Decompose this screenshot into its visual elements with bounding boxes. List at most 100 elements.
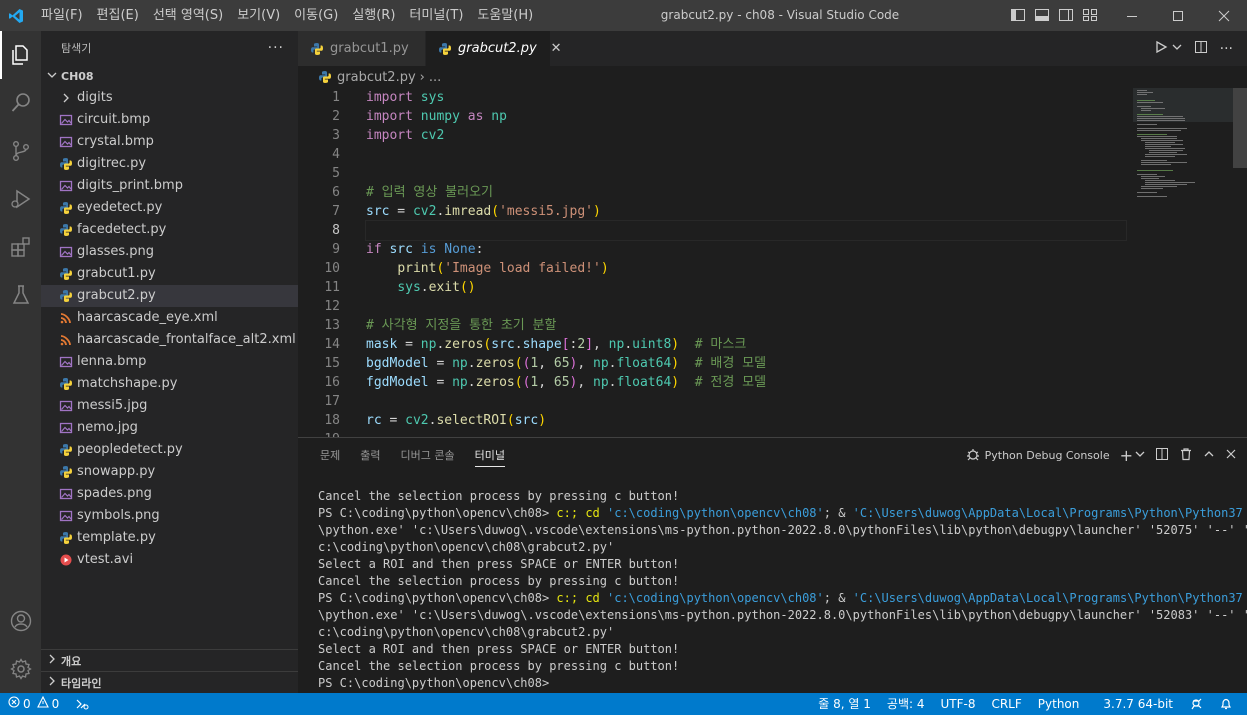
code-line: import numpy as np [366,109,507,124]
close-button[interactable] [1201,0,1247,31]
python-file-icon [310,42,324,56]
run-python-file-icon[interactable] [1154,40,1168,58]
menu-file[interactable]: 파일(F) [34,0,90,31]
toggle-secondary-sidebar-icon[interactable] [1058,7,1074,23]
file-tree-item[interactable]: crystal.bmp [41,131,298,153]
tab-grabcut2[interactable]: grabcut2.py ✕ [426,31,562,66]
code-content[interactable]: import sys import numpy as np import cv2… [365,88,1127,437]
chevron-down-icon [47,70,61,83]
file-tree-item[interactable]: eyedetect.py [41,197,298,219]
explorer-sidebar: 탐색기 ··· CH08 digits circuit.bmp crystal.bm… [41,31,298,693]
indentation[interactable]: 공백: 4 [879,693,933,715]
tab-label: grabcut1.py [330,41,409,56]
file-tree-item[interactable]: grabcut2.py [41,285,298,307]
file-tree-item[interactable]: glasses.png [41,241,298,263]
minimize-button[interactable] [1109,0,1155,31]
menu-view[interactable]: 보기(V) [230,0,287,31]
file-tree-item[interactable]: grabcut1.py [41,263,298,285]
file-tree-item[interactable]: digits [41,87,298,109]
trash-icon[interactable] [1179,447,1193,464]
source-control-icon[interactable] [0,127,41,175]
settings-gear-icon[interactable] [0,645,41,693]
toggle-panel-icon[interactable] [1034,7,1050,23]
more-actions-icon[interactable]: ··· [1220,41,1233,57]
cursor-position[interactable]: 줄 8, 열 1 [810,693,879,715]
file-tree-item[interactable]: lenna.bmp [41,351,298,373]
file-tree-item[interactable]: digitrec.py [41,153,298,175]
testing-flask-icon[interactable] [0,271,41,319]
activity-bar [0,31,41,693]
extensions-icon[interactable] [0,223,41,271]
line-number: 17 [324,394,340,409]
toggle-sidebar-icon[interactable] [1010,7,1026,23]
split-editor-icon[interactable] [1194,40,1208,58]
tab-problems[interactable]: 문제 [310,438,350,473]
menu-run[interactable]: 실행(R) [345,0,402,31]
feedback-icon[interactable] [1181,693,1211,715]
explorer-icon[interactable] [0,31,41,79]
terminal-dropdown-chevron-icon[interactable] [1135,449,1145,462]
file-tree-item[interactable]: haarcascade_eye.xml [41,307,298,329]
line-number: 10 [324,261,340,276]
menu-go[interactable]: 이동(G) [287,0,345,31]
file-tree-item[interactable]: facedetect.py [41,219,298,241]
close-tab-icon[interactable]: ✕ [551,41,562,56]
terminal-output[interactable]: Cancel the selection process by pressing… [318,488,1247,692]
tab-grabcut1[interactable]: grabcut1.py [298,31,426,66]
python-interpreter[interactable]: 3.7.7 64-bit [1095,693,1181,715]
menu-selection[interactable]: 선택 영역(S) [146,0,230,31]
xml-file-icon [58,310,74,326]
editor-scrollbar[interactable] [1233,88,1247,168]
language-mode[interactable]: Python [1030,693,1088,715]
outline-section[interactable]: 개요 [41,649,298,671]
maximize-panel-chevron-up-icon[interactable] [1203,448,1215,463]
search-icon[interactable] [0,79,41,127]
breadcrumb-file[interactable]: grabcut2.py [337,70,416,85]
file-tree-item[interactable]: haarcascade_frontalface_alt2.xml [41,329,298,351]
warning-icon [36,693,49,715]
file-tree-item[interactable]: symbols.png [41,505,298,527]
end-of-line[interactable]: CRLF [983,693,1029,715]
account-icon[interactable] [0,597,41,645]
file-tree-item[interactable]: peopledetect.py [41,439,298,461]
file-tree-label: matchshape.py [77,376,178,391]
folder-header[interactable]: CH08 [41,65,298,87]
close-panel-icon[interactable] [1225,448,1237,463]
customize-layout-icon[interactable] [1082,7,1098,23]
file-tree-item[interactable]: snowapp.py [41,461,298,483]
menu-terminal[interactable]: 터미널(T) [402,0,470,31]
more-actions-icon[interactable]: ··· [268,40,284,56]
file-tree-item[interactable]: matchshape.py [41,373,298,395]
menu-help[interactable]: 도움말(H) [470,0,540,31]
file-tree-item[interactable]: digits_print.bmp [41,175,298,197]
tab-terminal[interactable]: 터미널 [465,438,515,473]
file-tree-item[interactable]: template.py [41,527,298,549]
python-file-icon [438,42,452,56]
live-share-icon[interactable] [67,693,97,715]
file-tree-item[interactable]: nemo.jpg [41,417,298,439]
terminal-line: Cancel the selection process by pressing… [318,659,680,673]
line-number: 7 [332,204,340,219]
file-tree-item[interactable]: spades.png [41,483,298,505]
run-dropdown-chevron-icon[interactable] [1172,41,1182,56]
menu-edit[interactable]: 편집(E) [90,0,146,31]
tab-output[interactable]: 출력 [350,438,390,473]
split-terminal-icon[interactable] [1155,447,1169,464]
file-tree-item[interactable]: messi5.jpg [41,395,298,417]
file-tree-item[interactable]: vtest.avi [41,549,298,571]
timeline-label: 타임라인 [61,676,102,690]
minimap[interactable] [1133,88,1233,228]
notifications-bell-icon[interactable] [1211,693,1241,715]
new-terminal-plus-icon[interactable]: + [1120,446,1133,465]
terminal-name[interactable]: Python Debug Console [985,449,1110,462]
encoding[interactable]: UTF-8 [932,693,983,715]
file-tree-item[interactable]: circuit.bmp [41,109,298,131]
problems-status[interactable]: 0 0 [0,693,67,715]
timeline-section[interactable]: 타임라인 [41,671,298,693]
maximize-button[interactable] [1155,0,1201,31]
breadcrumb-rest[interactable]: ... [429,70,441,85]
run-debug-icon[interactable] [0,175,41,223]
code-editor[interactable]: 12345678910111213141516171819 import sys… [298,88,1247,437]
terminal-line: PS C:\coding\python\opencv\ch08> c:; cd … [318,506,1243,520]
tab-debug-console[interactable]: 디버그 콘솔 [391,438,465,473]
